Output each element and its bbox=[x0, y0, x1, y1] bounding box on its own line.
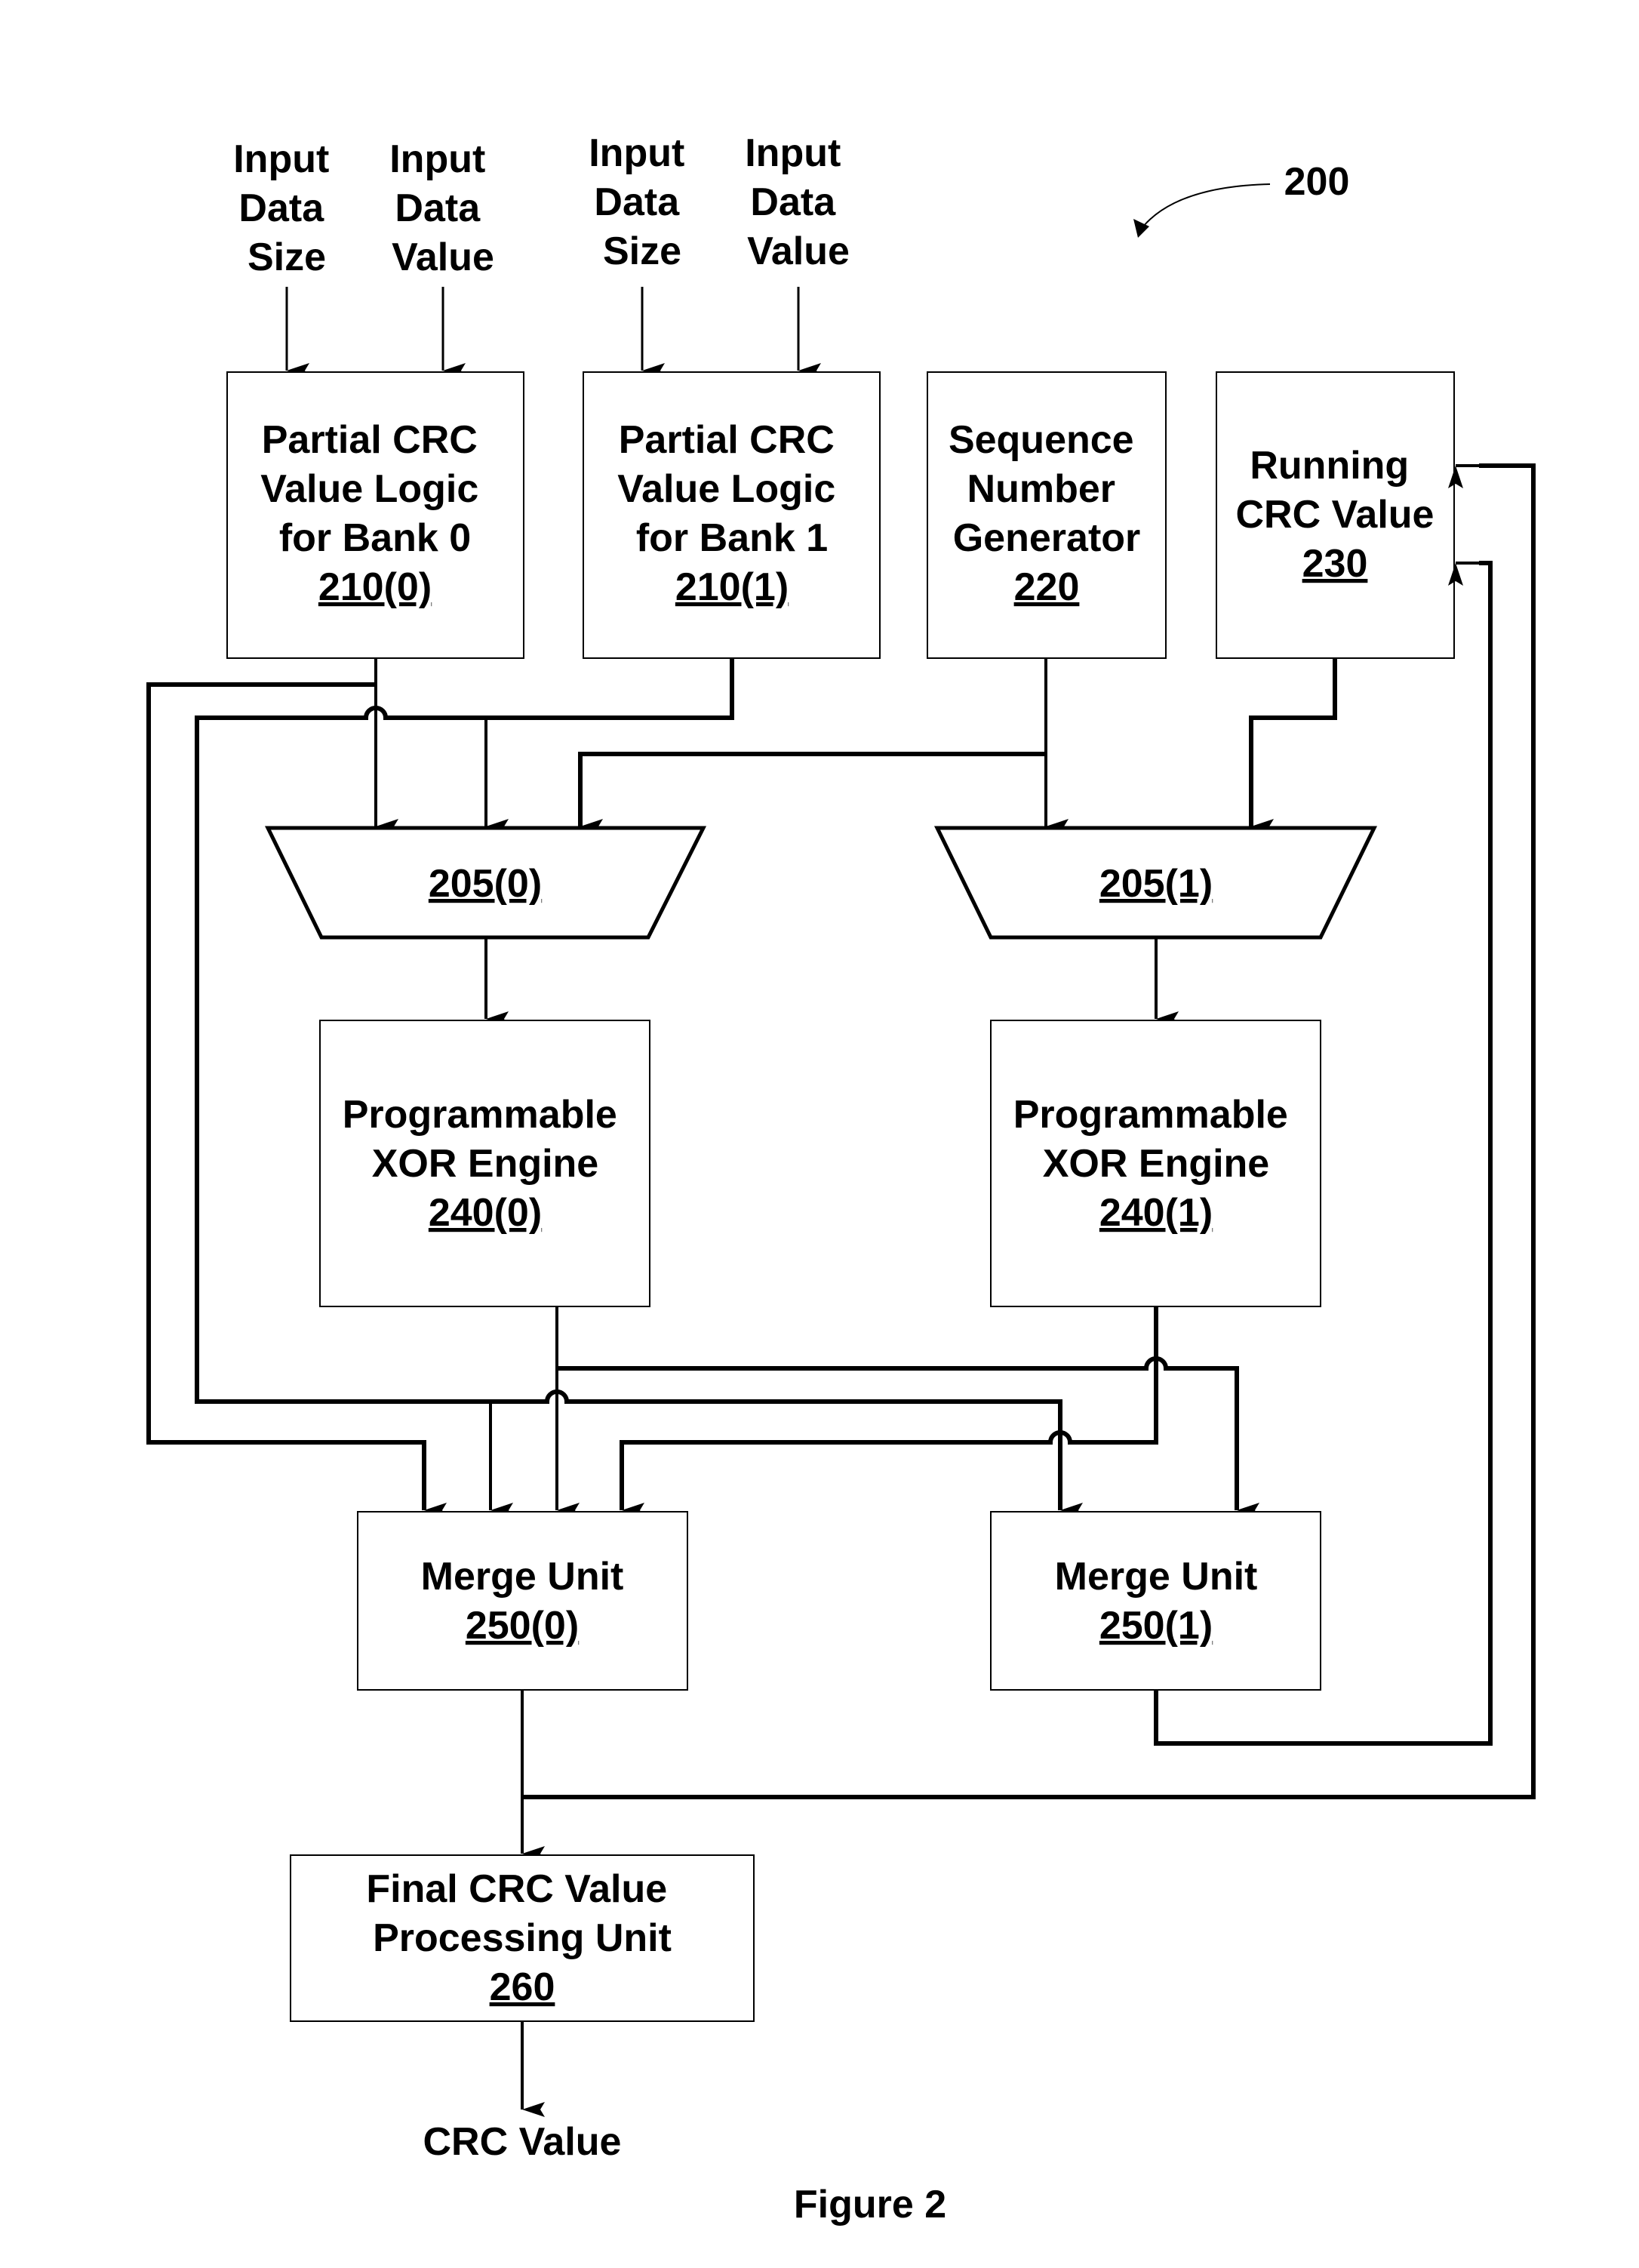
input-label-value-bank1: Input Data Value bbox=[745, 131, 852, 273]
final-crc-processing-unit: Final CRC Value Processing Unit 260 bbox=[290, 1854, 755, 2022]
mux0-ref: 205(0) bbox=[429, 862, 542, 906]
figure-reference-number: 200 bbox=[1284, 160, 1350, 204]
mux0: 205(0) bbox=[264, 826, 707, 940]
final-crc-processing-unit-ref: 260 bbox=[490, 1965, 555, 2009]
reference-leader-arrow bbox=[1142, 183, 1271, 227]
mux1: 205(1) bbox=[933, 826, 1378, 940]
xor-engine1-ref: 240(1) bbox=[1099, 1191, 1213, 1235]
input-label-value-bank0: Input Data Value bbox=[389, 137, 497, 279]
output-label: CRC Value bbox=[423, 2120, 622, 2164]
merge-unit0-box bbox=[357, 1511, 688, 1691]
sequence-number-generator-ref: 220 bbox=[1014, 565, 1080, 609]
wire-xor1-to-merge0 bbox=[620, 1306, 1158, 1510]
wire-230-to-mux1 bbox=[1249, 658, 1337, 826]
mux1-ref: 205(1) bbox=[1099, 862, 1213, 906]
sequence-number-generator-box bbox=[927, 371, 1167, 659]
merge-unit1-ref: 250(1) bbox=[1099, 1604, 1213, 1648]
xor-output-wires bbox=[489, 1306, 1259, 1518]
partial-crc-logic-bank1-ref: 210(1) bbox=[675, 565, 789, 609]
input-labels: Input Data Size Input Data Value Input D… bbox=[233, 131, 852, 279]
sequence-number-generator: Sequence Number Generator 220 bbox=[927, 371, 1167, 659]
partial-crc-logic-bank1: Partial CRC Value Logic for Bank 1 210(1… bbox=[583, 371, 881, 659]
figure-caption: Figure 2 bbox=[794, 2183, 946, 2226]
wire-220-to-mux0 bbox=[578, 752, 1046, 826]
sequence-number-generator-label: Sequence Number Generator bbox=[949, 418, 1145, 560]
partial-crc-logic-bank1-label: Partial CRC Value Logic for Bank 1 bbox=[617, 418, 846, 560]
figure-reference: 200 bbox=[1133, 160, 1349, 238]
merge-unit0-label: Merge Unit bbox=[421, 1555, 624, 1599]
partial-crc-logic-bank0: Partial CRC Value Logic for Bank 0 210(0… bbox=[226, 371, 524, 659]
xor-engine1: Programmable XOR Engine 240(1) bbox=[990, 1020, 1321, 1307]
merge-unit1: Merge Unit 250(1) bbox=[990, 1511, 1321, 1691]
partial-crc-logic-bank1-box bbox=[583, 371, 881, 659]
running-crc-value: Running CRC Value 230 bbox=[1216, 371, 1455, 659]
wire-xor0-to-merge1 bbox=[557, 1356, 1239, 1510]
input-arrows bbox=[285, 287, 821, 378]
merge-unit1-label: Merge Unit bbox=[1055, 1555, 1258, 1599]
input-label-size-bank1: Input Data Size bbox=[589, 131, 696, 273]
xor-engine0: Programmable XOR Engine 240(0) bbox=[319, 1020, 650, 1307]
input-label-size-bank0: Input Data Size bbox=[233, 137, 340, 279]
partial-crc-logic-bank0-label: Partial CRC Value Logic for Bank 0 bbox=[260, 418, 489, 560]
xor-engine0-ref: 240(0) bbox=[429, 1191, 542, 1235]
merge-unit0-ref: 250(0) bbox=[466, 1604, 579, 1648]
partial-crc-logic-bank0-ref: 210(0) bbox=[318, 565, 432, 609]
merge-unit1-box bbox=[990, 1511, 1321, 1691]
partial-crc-logic-bank0-box bbox=[226, 371, 524, 659]
running-crc-value-ref: 230 bbox=[1302, 542, 1368, 586]
merge-unit0: Merge Unit 250(0) bbox=[357, 1511, 688, 1691]
crc-block-diagram: 200 Input Data Size Input Data Value Inp… bbox=[146, 131, 1536, 2226]
